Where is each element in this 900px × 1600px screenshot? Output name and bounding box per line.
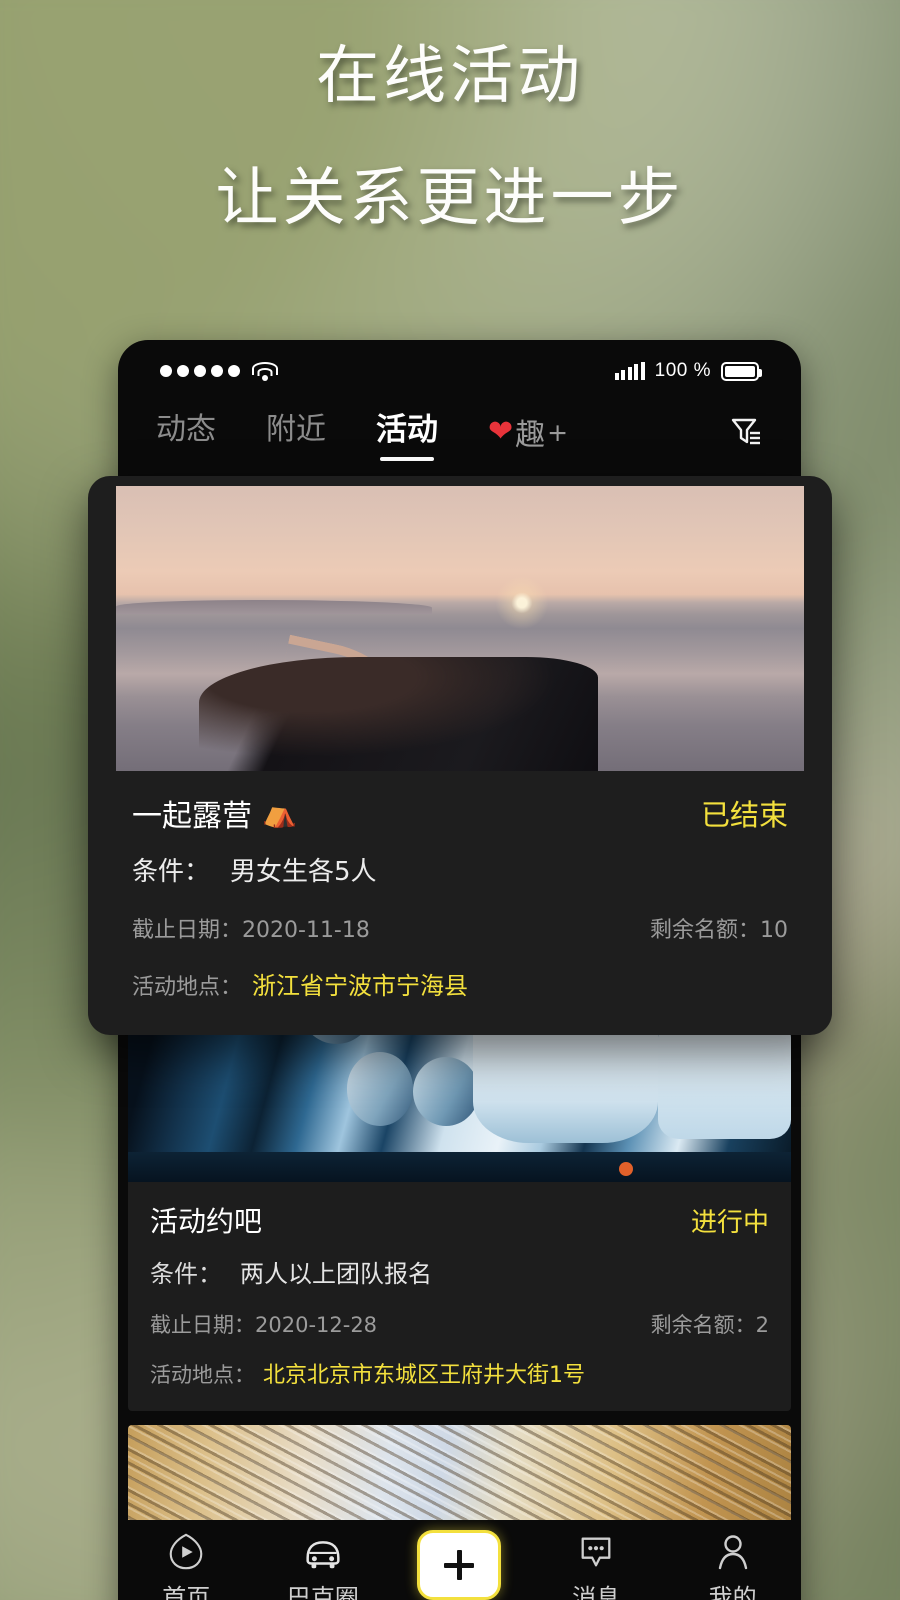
condition-value: 两人以上团队报名 [240,1260,432,1288]
status-badge: 已结束 [700,798,788,832]
nav-item-home[interactable]: 首页 [118,1530,255,1600]
hero-line-2: 让关系更进一步 [215,161,685,235]
activity-card-location: 活动地点： 北京北京市东城区王府井大街1号 [150,1357,769,1389]
tent-icon: ⛺ [262,796,297,829]
status-bar-right: 100 % [614,360,762,382]
nav-item-bakequan[interactable]: 巴克圈 [255,1530,392,1600]
nav-item-messages[interactable]: 消息 [528,1530,665,1600]
hero-line-1: 在线活动 [316,39,584,112]
car-icon [300,1530,346,1574]
person-icon [713,1530,753,1574]
carrier-dots-icon [160,365,240,377]
quota-value: 10 [760,918,788,943]
filter-icon[interactable] [729,415,763,449]
tab-qu-label: 趣 [515,418,546,453]
battery-full-icon [721,361,762,381]
nav-label-profile: 我的 [708,1584,757,1600]
location-value: 北京北京市东城区王府井大街1号 [263,1363,585,1388]
featured-card-title-wrap: 一起露营 ⛺ [132,791,297,835]
bottom-navigation-bar: 首页 巴克圈 消息 我的 [118,1520,801,1600]
chat-bubble-icon [575,1530,617,1574]
deadline-value: 2020-11-18 [242,918,370,943]
activity-card-deadline: 截止日期：2020-12-28 [150,1309,377,1339]
featured-card-location: 活动地点： 浙江省宁波市宁海县 [132,966,788,1001]
featured-card-deadline: 截止日期：2020-11-18 [132,912,370,944]
battery-percent-label: 100 % [654,360,711,381]
nav-label-bakequan: 巴克圈 [286,1584,359,1600]
activity-card[interactable] [128,1425,791,1520]
tab-dongtai[interactable]: 动态 [156,404,216,460]
wifi-icon [252,361,278,381]
featured-card-image [116,486,804,771]
condition-label: 条件： [150,1260,222,1288]
location-label: 活动地点： [132,975,243,1000]
heart-icon: ❤ [488,414,514,449]
activity-card-quota: 剩余名额：2 [651,1309,769,1339]
tab-huodong[interactable]: 活动 [376,404,438,461]
quota-label: 剩余名额： [650,1313,756,1337]
location-label: 活动地点： [150,1363,255,1387]
condition-label: 条件： [132,857,211,887]
activity-card-title: 活动约吧 [150,1205,263,1238]
status-badge: 进行中 [690,1208,769,1238]
featured-card-condition: 条件： 男女生各5人 [132,851,788,888]
home-play-icon [165,1530,207,1574]
location-value: 浙江省宁波市宁海县 [252,972,469,1000]
activity-card-condition: 条件： 两人以上团队报名 [150,1254,769,1289]
quota-value: 2 [755,1313,769,1337]
deadline-label: 截止日期： [132,918,243,943]
featured-card-title: 一起露营 [132,799,252,834]
featured-card-body: 一起露营 ⛺ 已结束 条件： 男女生各5人 截止日期：2020-11-18 剩余名… [88,771,832,1035]
nav-label-home: 首页 [162,1584,211,1600]
signal-bars-icon [614,362,645,380]
featured-activity-card[interactable]: 一起露营 ⛺ 已结束 条件： 男女生各5人 截止日期：2020-11-18 剩余名… [88,476,832,1035]
condition-value: 男女生各5人 [230,857,377,887]
tab-fujin[interactable]: 附近 [266,404,326,460]
status-bar: 100 % [118,340,801,392]
deadline-label: 截止日期： [150,1313,255,1337]
status-bar-left [160,361,278,381]
featured-card-quota: 剩余名额：10 [650,912,788,944]
nav-label-messages: 消息 [572,1584,621,1600]
activity-card-image [128,1425,791,1520]
nav-item-profile[interactable]: 我的 [664,1530,801,1600]
nav-item-publish[interactable] [391,1530,528,1600]
tab-qu-plus[interactable]: ❤ 趣 + [488,410,568,454]
deadline-value: 2020-12-28 [255,1313,378,1337]
quota-label: 剩余名额： [649,918,760,943]
hero-headline: 在线活动 让关系更进一步 [0,39,900,235]
top-tab-bar: 动态 附近 活动 ❤ 趣 + [118,392,801,466]
plus-icon: + [547,417,569,447]
plus-fab-icon[interactable] [417,1530,502,1600]
activity-card-body: 活动约吧 进行中 条件： 两人以上团队报名 截止日期：2020-12-28 剩余名… [128,1182,791,1411]
